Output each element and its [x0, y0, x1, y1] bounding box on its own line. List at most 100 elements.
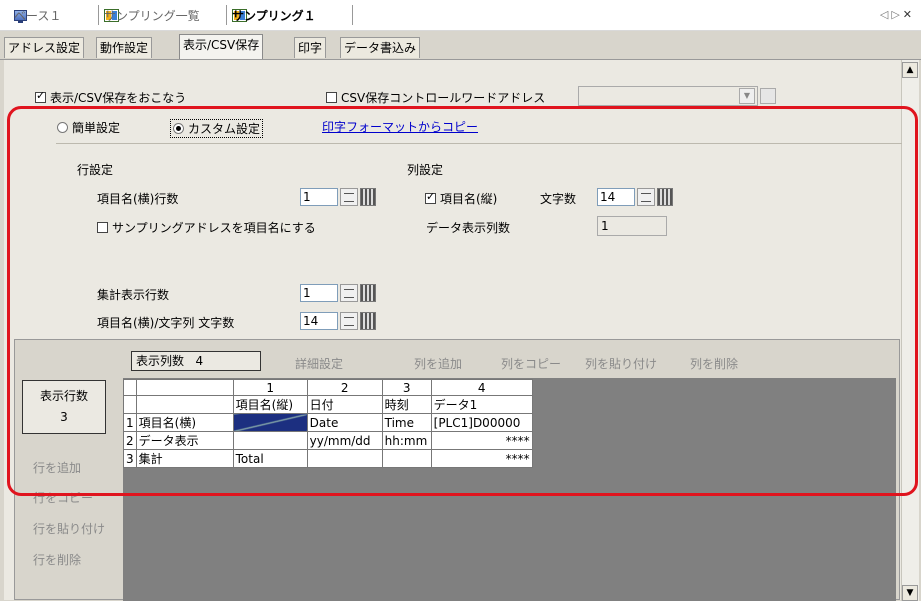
grid-cell[interactable] [306, 449, 383, 468]
tab-navigation: ◁▷✕ [880, 8, 915, 21]
grid-col-number[interactable]: 1 [232, 379, 308, 396]
grid-col-number[interactable]: 3 [381, 379, 432, 396]
tab-address-settings[interactable]: アドレス設定 [4, 37, 85, 58]
doc-tab-base1[interactable]: ベース１ [14, 5, 61, 25]
tab-print[interactable]: 印字 [294, 37, 327, 58]
delete-row-button[interactable]: 行を削除 [33, 551, 81, 568]
spin-arrows-icon[interactable] [340, 284, 358, 302]
close-icon[interactable]: ✕ [903, 8, 915, 21]
keypad-icon[interactable] [360, 284, 376, 302]
spin-arrows-icon[interactable] [340, 312, 358, 330]
item-name-vertical-checkbox[interactable]: 項目名(縦) [425, 190, 497, 207]
grid-col-number[interactable]: 2 [306, 379, 383, 396]
table-row: 3 集計 Total **** [123, 449, 533, 468]
grid-row-number[interactable]: 2 [123, 431, 137, 450]
col-chars-input[interactable]: 14 [597, 188, 635, 206]
grid-row-name[interactable]: データ表示 [135, 431, 234, 450]
copy-column-button[interactable]: 列をコピー [501, 355, 561, 372]
col-settings-heading: 列設定 [407, 163, 444, 177]
grid-corner [135, 379, 234, 396]
item-chars-input[interactable]: 14 [300, 312, 338, 330]
grid-cell[interactable]: **** [430, 449, 533, 468]
grid-col-header[interactable]: データ1 [430, 395, 533, 414]
checkbox-unchecked-icon [326, 92, 337, 103]
grid-row-name[interactable]: 集計 [135, 449, 234, 468]
copy-row-button[interactable]: 行をコピー [33, 489, 93, 506]
table-row: 2 データ表示 yy/mm/dd hh:mm **** [123, 431, 533, 450]
item-rows-stepper[interactable]: 1 [300, 187, 376, 207]
csv-control-address-checkbox[interactable]: CSV保存コントロールワードアドレス [326, 89, 545, 106]
item-rows-input[interactable]: 1 [300, 188, 338, 206]
paste-row-button[interactable]: 行を貼り付け [33, 520, 105, 537]
grid-col-number[interactable]: 4 [430, 379, 533, 396]
grid-corner [123, 395, 137, 414]
grid-cell[interactable]: Total [232, 449, 308, 468]
add-column-button[interactable]: 列を追加 [414, 355, 462, 372]
use-sampling-address-checkbox[interactable]: サンプリングアドレスを項目名にする [97, 219, 316, 236]
keypad-icon[interactable] [360, 312, 376, 330]
address-picker-button[interactable] [760, 88, 776, 104]
grid-cell[interactable]: yy/mm/dd [306, 431, 383, 450]
grid-row-number[interactable]: 1 [123, 413, 137, 432]
summary-rows-input[interactable]: 1 [300, 284, 338, 302]
tab-display-csv[interactable]: 表示/CSV保存 [179, 34, 264, 60]
item-chars-stepper[interactable]: 14 [300, 311, 376, 331]
display-cols-box: 表示列数 4 [131, 351, 261, 371]
item-name-vertical-label: 項目名(縦) [440, 192, 498, 206]
grid-cell[interactable]: [PLC1]D00000 [430, 413, 533, 432]
keypad-icon[interactable] [360, 188, 376, 206]
grid-cell[interactable]: **** [430, 431, 533, 450]
detail-settings-button[interactable]: 詳細設定 [295, 355, 343, 372]
paste-column-button[interactable]: 列を貼り付け [585, 355, 657, 372]
grid-col-number-row: 1 2 3 4 [123, 379, 533, 396]
display-cols-label: 表示列数 [136, 354, 185, 368]
simple-setting-radio[interactable]: 簡単設定 [57, 119, 120, 136]
scroll-right-icon[interactable]: ▷ [891, 8, 902, 21]
grid-cell[interactable] [232, 431, 308, 450]
grid-cell[interactable]: hh:mm [381, 431, 432, 450]
spin-arrows-icon[interactable] [637, 188, 655, 206]
item-chars-label: 項目名(横)/文字列 文字数 [97, 316, 235, 330]
grid-row-name[interactable]: 項目名(横) [135, 413, 234, 432]
grid-col-header[interactable]: 日付 [306, 395, 383, 414]
radio-checked-icon [173, 123, 184, 134]
tab-operation-settings[interactable]: 動作設定 [96, 37, 153, 58]
item-rows-label: 項目名(横)行数 [97, 192, 179, 206]
grid-corner [135, 395, 234, 414]
csv-control-address-field[interactable] [578, 86, 758, 106]
summary-rows-stepper[interactable]: 1 [300, 283, 376, 303]
table-row: 1 項目名(横) Date Time [PLC1]D00000 [123, 413, 533, 432]
grid-cell[interactable] [381, 449, 432, 468]
custom-setting-radio[interactable]: カスタム設定 [170, 119, 264, 138]
copy-from-print-format-link[interactable]: 印字フォーマットからコピー [322, 118, 478, 135]
grid-col-header[interactable]: 項目名(縦) [232, 395, 308, 414]
vertical-scrollbar[interactable]: ▲ ▼ [901, 60, 919, 601]
scroll-left-icon[interactable]: ◁ [880, 8, 891, 21]
display-cols-value: 4 [195, 354, 204, 368]
display-rows-box: 表示行数 3 [22, 380, 106, 434]
grid-row-number[interactable]: 3 [123, 449, 137, 468]
col-chars-stepper[interactable]: 14 [597, 187, 673, 207]
doc-tab-sampling1[interactable]: サンプリング１ [232, 5, 316, 25]
chevron-down-icon[interactable]: ▼ [739, 88, 755, 104]
spin-arrows-icon[interactable] [340, 188, 358, 206]
tab-data-write[interactable]: データ書込み [340, 37, 421, 58]
tab-separator [352, 5, 353, 25]
enable-display-csv-checkbox[interactable]: 表示/CSV保存をおこなう [35, 89, 186, 106]
grid-cell-disabled[interactable] [232, 413, 308, 432]
doc-tab-sampling-list[interactable]: サンプリング一覧 [104, 5, 200, 25]
enable-display-csv-label: 表示/CSV保存をおこなう [50, 91, 187, 105]
add-row-button[interactable]: 行を追加 [33, 459, 81, 476]
format-grid[interactable]: 1 2 3 4 項目名(縦) 日付 時刻 データ1 1 項目名(横) Date … [123, 379, 533, 468]
scroll-up-icon[interactable]: ▲ [902, 62, 918, 78]
grid-col-header[interactable]: 時刻 [381, 395, 432, 414]
scroll-down-icon[interactable]: ▼ [902, 585, 918, 601]
document-tab-bar: ベース１ サンプリング一覧 サンプリング１ ◁▷✕ [0, 0, 921, 31]
grid-cell[interactable]: Time [381, 413, 432, 432]
keypad-icon[interactable] [657, 188, 673, 206]
delete-column-button[interactable]: 列を削除 [690, 355, 738, 372]
checkbox-unchecked-icon [97, 222, 108, 233]
doc-tab-label: ベース１ [14, 8, 62, 23]
data-display-cols-field: 1 [597, 216, 667, 236]
grid-cell[interactable]: Date [306, 413, 383, 432]
